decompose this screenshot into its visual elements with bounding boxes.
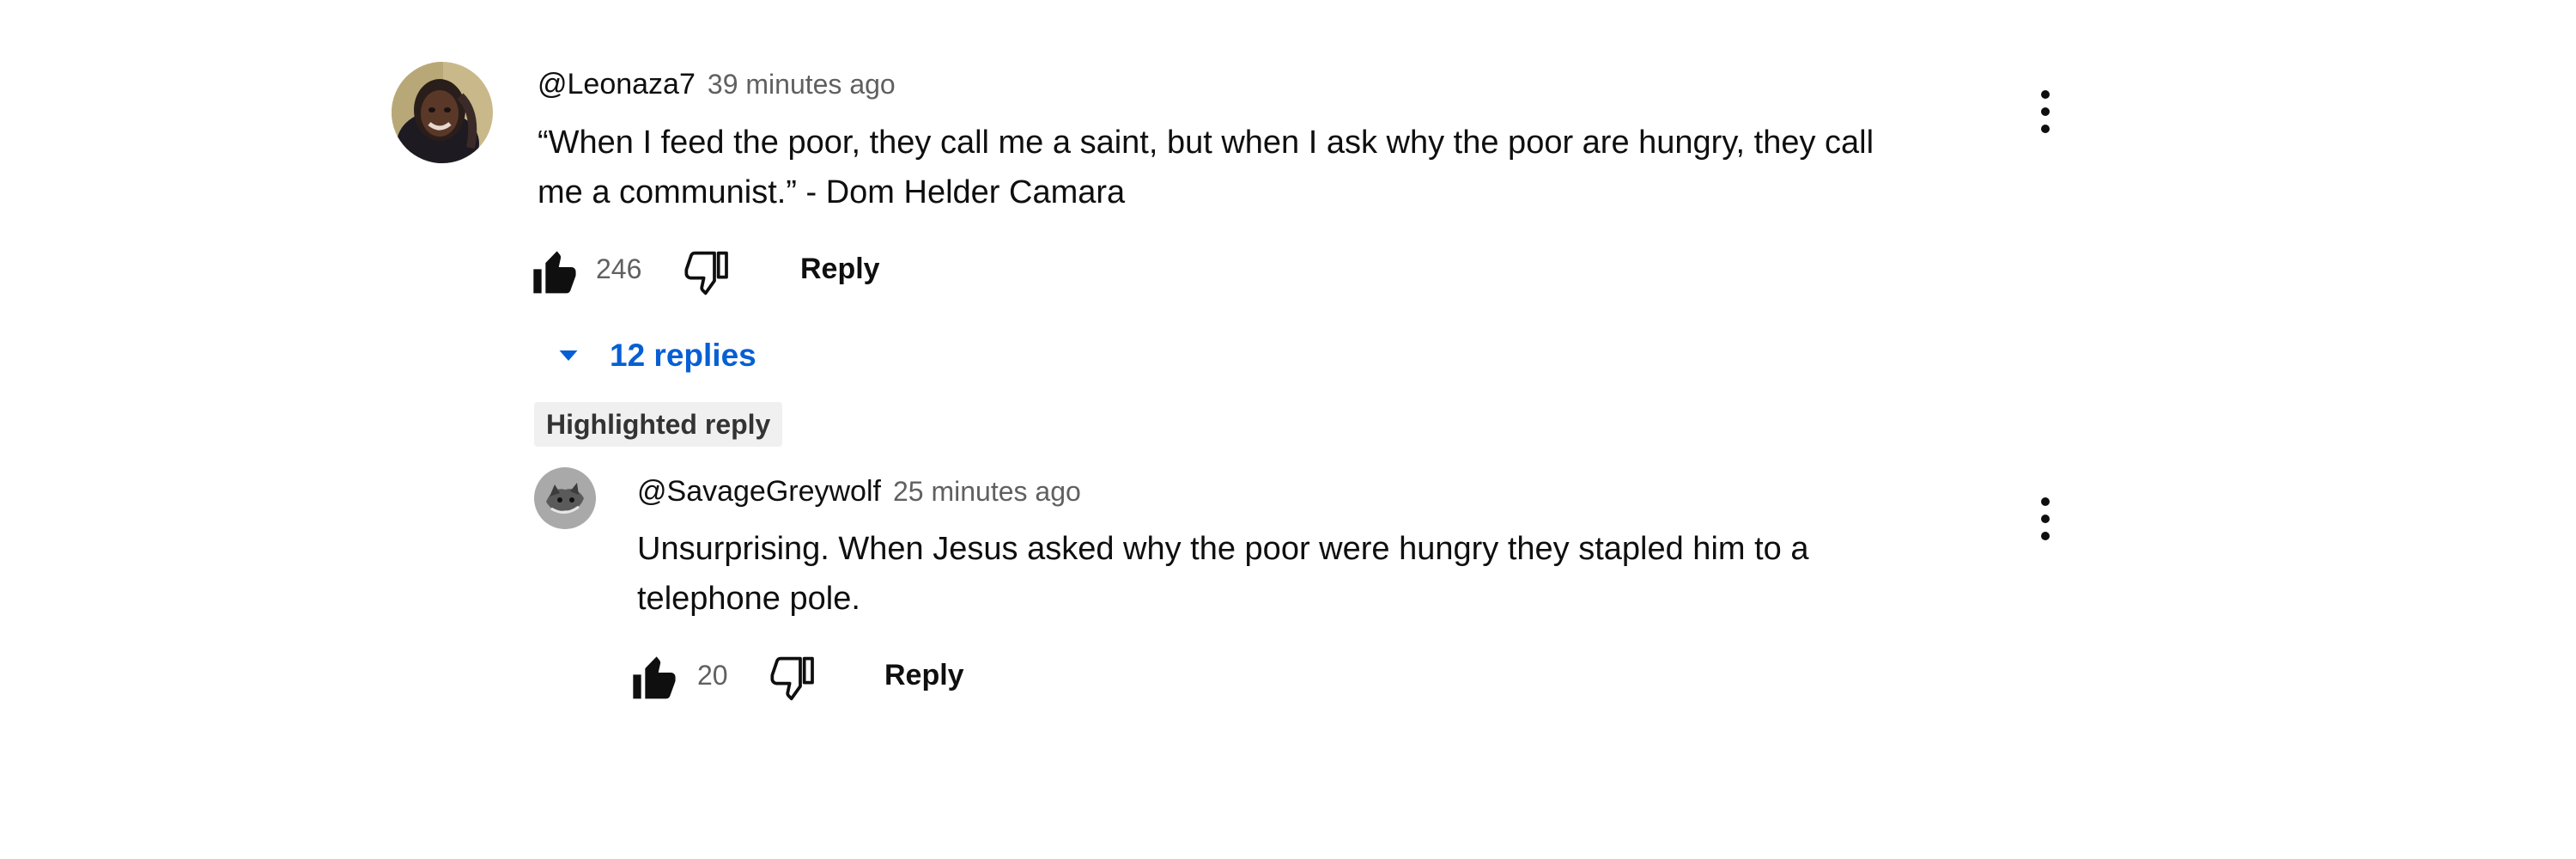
comment-thread: @Leonaza7 39 minutes ago “When I feed the…	[0, 0, 2576, 859]
reply-menu-button[interactable]	[2028, 493, 2063, 545]
comment-author[interactable]: @Leonaza7 39 minutes ago	[538, 67, 896, 101]
like-button[interactable]	[531, 249, 580, 297]
caret-down-icon	[553, 340, 584, 371]
thumb-up-icon	[533, 251, 576, 294]
reply-timestamp[interactable]: 25 minutes ago	[893, 476, 1081, 507]
reply-text: Unsurprising. When Jesus asked why the p…	[637, 524, 2011, 624]
dislike-button[interactable]	[683, 249, 733, 297]
wolf-avatar-image-icon	[534, 467, 596, 529]
reply-text-line: telephone pole.	[637, 581, 860, 617]
comment-timestamp[interactable]: 39 minutes ago	[708, 69, 896, 100]
highlighted-reply-badge: Highlighted reply	[534, 402, 783, 447]
comment-text: “When I feed the poor, they call me a sa…	[538, 118, 2083, 217]
comment-menu-button[interactable]	[2028, 86, 2063, 137]
user-avatar-photo-icon	[392, 62, 493, 163]
reply-button[interactable]: Reply	[884, 658, 964, 692]
reply-button[interactable]: Reply	[800, 252, 880, 286]
like-count: 20	[697, 660, 728, 691]
reply-author[interactable]: @SavageGreywolf 25 minutes ago	[637, 474, 1081, 509]
replies-toggle[interactable]: 12 replies	[553, 337, 756, 375]
more-vert-icon	[2041, 90, 2050, 133]
thumb-up-icon	[633, 656, 676, 699]
more-vert-icon	[2041, 497, 2050, 540]
author-handle[interactable]: @SavageGreywolf	[637, 475, 881, 508]
thumb-down-icon	[770, 656, 814, 701]
thumb-down-icon	[684, 251, 728, 295]
replies-count-label[interactable]: 12 replies	[610, 337, 756, 375]
author-handle[interactable]: @Leonaza7	[538, 68, 696, 101]
comment-text-line: “When I feed the poor, they call me a sa…	[538, 125, 1874, 161]
dislike-button[interactable]	[769, 655, 819, 703]
avatar[interactable]	[534, 467, 596, 529]
like-count: 246	[596, 253, 642, 284]
like-button[interactable]	[630, 655, 680, 703]
reply-text-line: Unsurprising. When Jesus asked why the p…	[637, 531, 1809, 567]
avatar[interactable]	[392, 62, 493, 163]
comment-text-line: me a communist.” - Dom Helder Camara	[538, 174, 1126, 210]
